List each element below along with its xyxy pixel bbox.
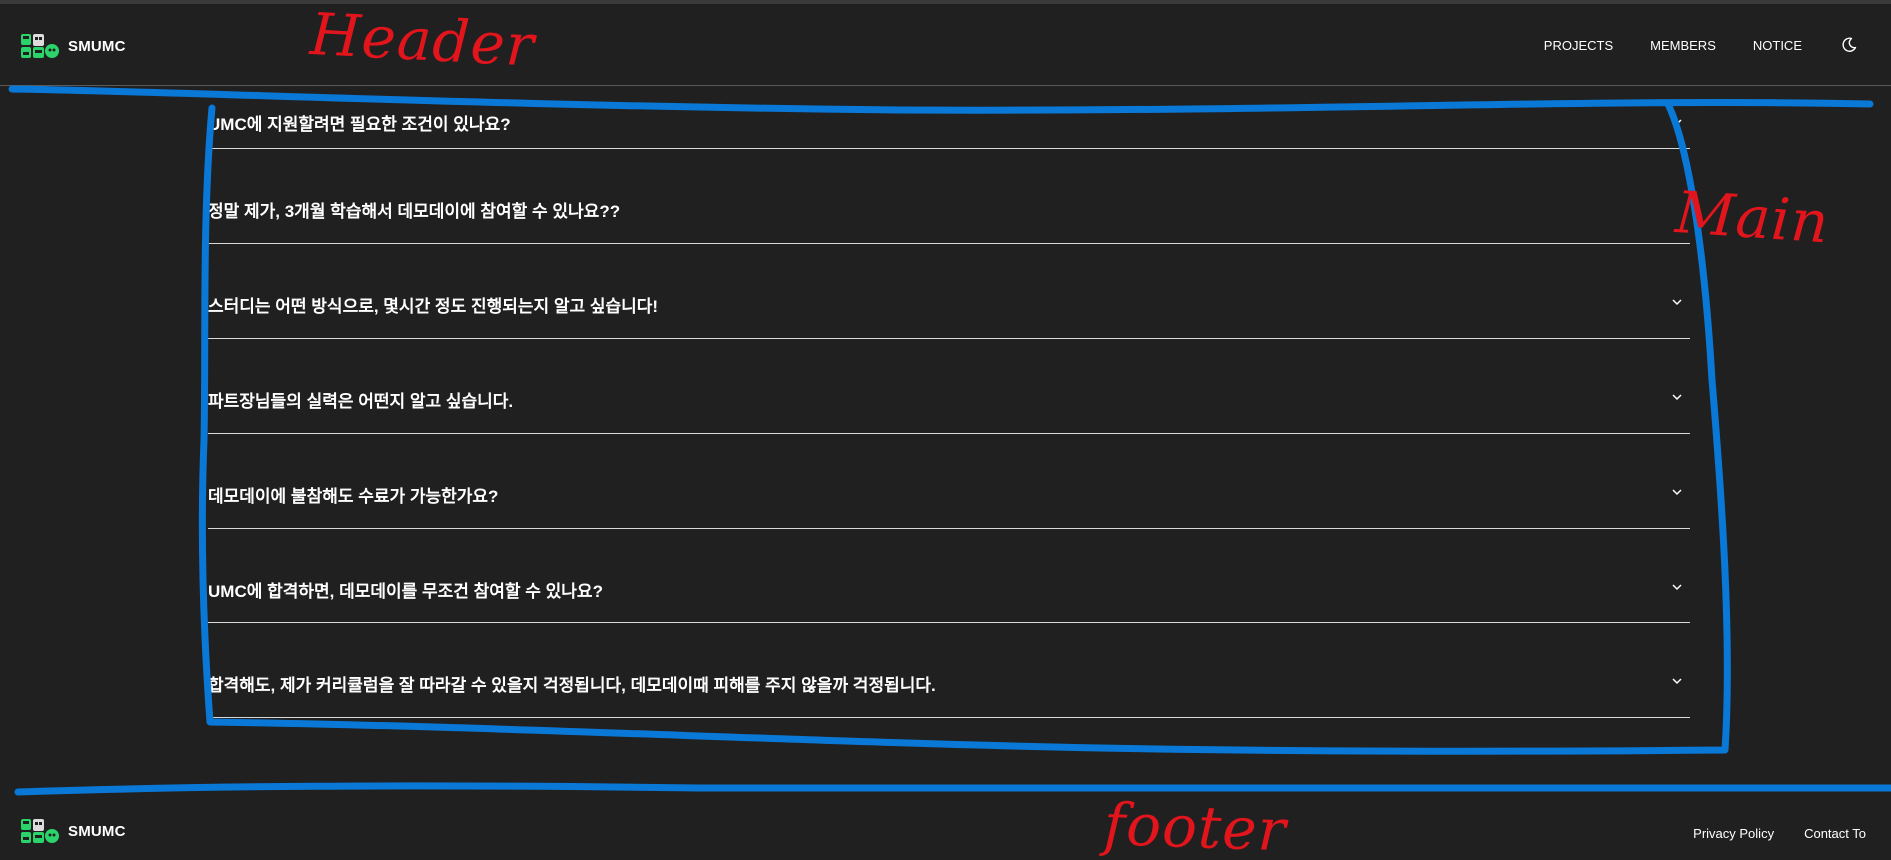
chevron-down-icon [1672,394,1682,401]
footer-links: Privacy Policy Contact To [1663,826,1866,841]
faq-question: 정말 제가, 3개월 학습해서 데모데이에 참여할 수 있나요?? [208,202,621,221]
faq-item[interactable]: 합격해도, 제가 커리큘럼을 잘 따라갈 수 있을지 걱정됩니다, 데모데이때 … [208,623,1690,718]
header-nav: PROJECTS MEMBERS NOTICE [1544,4,1891,86]
header-logo[interactable]: SMUMC [21,32,126,60]
main-annotation-label: Main [1673,178,1832,257]
page: SMUMC PROJECTS MEMBERS NOTICE UMC에 지원할려면… [0,0,1891,860]
faq-item[interactable]: 스터디는 어떤 방식으로, 몇시간 정도 진행되는지 알고 싶습니다! [208,244,1690,339]
faq-item[interactable]: UMC에 지원할려면 필요한 조건이 있나요? [208,86,1690,149]
chevron-down-icon [1672,678,1682,685]
chevron-down-icon [1672,584,1682,591]
site-header: SMUMC PROJECTS MEMBERS NOTICE [0,4,1891,86]
faq-item[interactable]: 데모데이에 불참해도 수료가 가능한가요? [208,434,1690,529]
site-footer: SMUMC Privacy Policy Contact To [0,800,1891,860]
footer-brand-name: SMUMC [68,822,126,840]
header-annotation-label: Header [308,0,537,80]
smumc-logo-icon [21,819,59,843]
chevron-down-icon [1672,119,1682,126]
faq-question: 합격해도, 제가 커리큘럼을 잘 따라갈 수 있을지 걱정됩니다, 데모데이때 … [208,676,936,695]
footer-logo[interactable]: SMUMC [21,817,126,845]
faq-question: 데모데이에 불참해도 수료가 가능한가요? [208,487,499,506]
faq-item[interactable]: 정말 제가, 3개월 학습해서 데모데이에 참여할 수 있나요?? [208,149,1690,244]
header-brand-name: SMUMC [68,37,126,55]
nav-link-projects[interactable]: PROJECTS [1544,38,1613,53]
nav-link-members[interactable]: MEMBERS [1650,38,1716,53]
faq-question: UMC에 지원할려면 필요한 조건이 있나요? [208,115,511,134]
faq-item[interactable]: UMC에 합격하면, 데모데이를 무조건 참여할 수 있나요? [208,529,1690,623]
theme-toggle-button[interactable] [1839,35,1859,55]
faq-item[interactable]: 파트장님들의 실력은 어떤지 알고 싶습니다. [208,339,1690,434]
contact-link[interactable]: Contact To [1804,826,1866,841]
nav-link-notice[interactable]: NOTICE [1753,38,1802,53]
moon-icon [1842,37,1857,52]
chevron-down-icon [1672,489,1682,496]
smumc-logo-icon [21,34,59,58]
faq-list: UMC에 지원할려면 필요한 조건이 있나요? 정말 제가, 3개월 학습해서 … [208,86,1690,718]
faq-question: 스터디는 어떤 방식으로, 몇시간 정도 진행되는지 알고 싶습니다! [208,297,659,316]
footer-annotation-label: footer [1102,790,1288,860]
faq-question: 파트장님들의 실력은 어떤지 알고 싶습니다. [208,392,514,411]
chevron-down-icon [1672,299,1682,306]
privacy-policy-link[interactable]: Privacy Policy [1693,826,1774,841]
footer-divider-outline [14,782,1891,796]
faq-question: UMC에 합격하면, 데모데이를 무조건 참여할 수 있나요? [208,582,603,601]
